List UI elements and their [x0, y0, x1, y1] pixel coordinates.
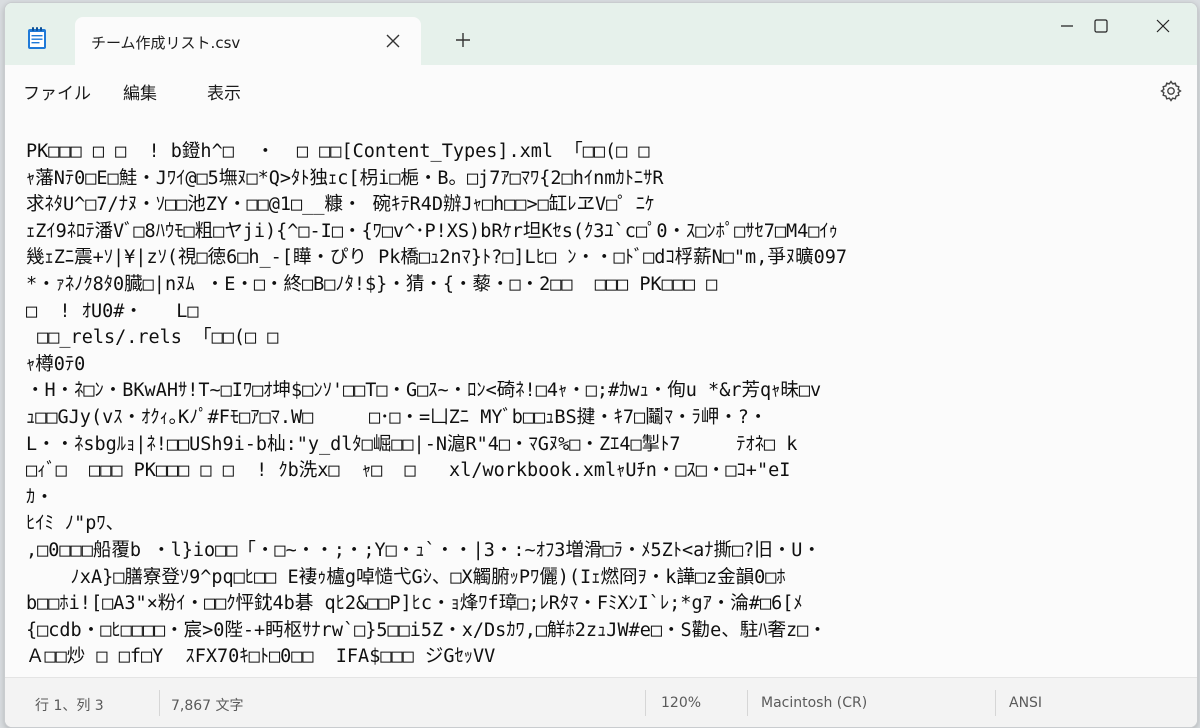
close-tab-button[interactable] — [379, 27, 407, 55]
title-bar: チーム作成リスト.csv — [5, 3, 1197, 67]
menu-edit[interactable]: 編集 — [123, 79, 157, 104]
editor-content[interactable]: PK□□□ □ □ ! b鐙h^□ ・ □ □□[Content_Types].… — [26, 139, 1176, 671]
editor-line: ・H・ﾈ□ﾝ・BKwAHｻ!T~□Iﾜ□ｵ坤$□ﾝｿ'□□T□・G□ｽ~・ﾛﾝ<… — [26, 380, 822, 402]
editor-line: ﾉxA}□膳寮登ｿ9^pq□ﾋ□□ E褄ｩ櫨g啅慥弋Gｼ、□X觸腑ｯPﾜ儷)(I… — [26, 566, 786, 588]
editor-line: L・・ﾈsbgﾙｮ|ﾈ!□□USh9i-b杣:"y_dlﾀ□崛□□|-N滬R"4… — [26, 433, 798, 455]
editor-line: Ａ□□炒 □ □f□Y ｽFX70ｷ□ﾄ□0□□ IFA$□□□ ジGｾｯVV — [26, 646, 496, 668]
editor-line: {□cdb・□ﾋ□□□□・宸>0陛-+眄枢ｻﾅrw`□}5□□i5Z・x/Dsｶ… — [26, 619, 827, 641]
editor-line: ,□0□□□船覆b ・l}io□□「・□~・・;・;Y□・ｭ`・・|3・:~ｵﾌ… — [26, 539, 821, 561]
line-ending[interactable]: Macintosh (CR) — [761, 695, 867, 711]
tab-title: チーム作成リスト.csv — [91, 34, 241, 52]
close-icon — [386, 34, 400, 48]
editor-line: □ｨﾞ□ □□□ PK□□□ □ □ ! ｸb洗x□ ｬ□ □ xl/workb… — [26, 460, 791, 482]
menu-view[interactable]: 表示 — [207, 79, 241, 104]
menu-bar: ファイル 編集 表示 — [5, 65, 1197, 117]
editor-line: ｶ・ — [26, 486, 54, 508]
editor-line: ｭ□□GJy(vｽ・ｵｸｨ｡Kﾉﾟ#Fﾓ□ｱ□ﾏ.W□ □･□・=凵Zﾆ MYﾞ… — [26, 406, 768, 428]
editor-line: PK□□□ □ □ ! b鐙h^□ ・ □ □□[Content_Types].… — [26, 141, 650, 162]
character-count: 7,867 文字 — [171, 698, 244, 714]
encoding[interactable]: ANSI — [1009, 695, 1042, 711]
plus-icon — [456, 33, 470, 47]
notepad-window: チーム作成リスト.csv ファイル 編集 表示 PK□□□ □ □ ! b鐙h^… — [4, 2, 1198, 728]
menu-file[interactable]: ファイル — [23, 79, 91, 104]
zoom-level[interactable]: 120% — [661, 695, 701, 711]
close-icon — [1156, 19, 1170, 33]
text-editor[interactable]: PK□□□ □ □ ! b鐙h^□ ・ □ □□[Content_Types].… — [5, 117, 1197, 677]
editor-line: □ ! ｵU0#・ L□ — [26, 300, 199, 322]
maximize-icon — [1094, 19, 1108, 33]
editor-line: ﾋｲﾐ ﾉ"pﾜ、 — [26, 513, 125, 535]
editor-line: ｬ樽0ﾃ0 — [26, 353, 86, 375]
cursor-position[interactable]: 行 1、列 3 — [35, 695, 104, 715]
maximize-button[interactable] — [1069, 3, 1133, 49]
editor-line: 求ﾈﾀU^□7/ﾅﾇ・ｿ□□池ZY・□□@1□__糠・ 碗ｷﾃR4D辦Jｬ□h□… — [26, 194, 655, 216]
tab-document[interactable]: チーム作成リスト.csv — [75, 17, 421, 67]
editor-line: b□□ﾎi![□A3"×粉ｲ・□□ｸ怦鈂4b碁 qﾋ2&□□P]ﾋc・ｮ烽ﾜf璋… — [26, 593, 803, 615]
gear-icon[interactable] — [1159, 79, 1183, 103]
editor-line: ｬ藩Nﾃ0□E□鮭・Jﾜｲ@□5墲ﾇ□*Q>ﾀﾄ独ｪc[枴i□梔・B。□j7ｱ□… — [26, 167, 664, 189]
editor-line: □□_rels/.rels 「□□(□ □ — [26, 327, 279, 349]
close-window-button[interactable] — [1131, 3, 1195, 49]
notepad-icon — [28, 27, 46, 49]
status-bar: 行 1、列 3 7,867 文字 120% Macintosh (CR) ANS… — [5, 677, 1197, 727]
editor-line: *・ｧﾈﾉｸ8ﾀ0臓□|nﾇﾑ ・E・□・終□B□ﾉﾀ!$}・猜・{・藜・□・2… — [26, 273, 718, 295]
new-tab-button[interactable] — [451, 28, 475, 52]
editor-line: 幾ｪZﾆ震+ｿ|¥|zｿ(視□徳6□h_-[瞱・ぴり Pk橋□ｭ2nﾏ}ﾄ?□]… — [26, 247, 847, 269]
editor-line: ｪZｲ9ﾈﾛﾃ潘Vﾞ□8ﾊｳﾓ□粗□ヤji){^□-I□・{ﾜ□v^･P!XS)… — [26, 220, 838, 242]
